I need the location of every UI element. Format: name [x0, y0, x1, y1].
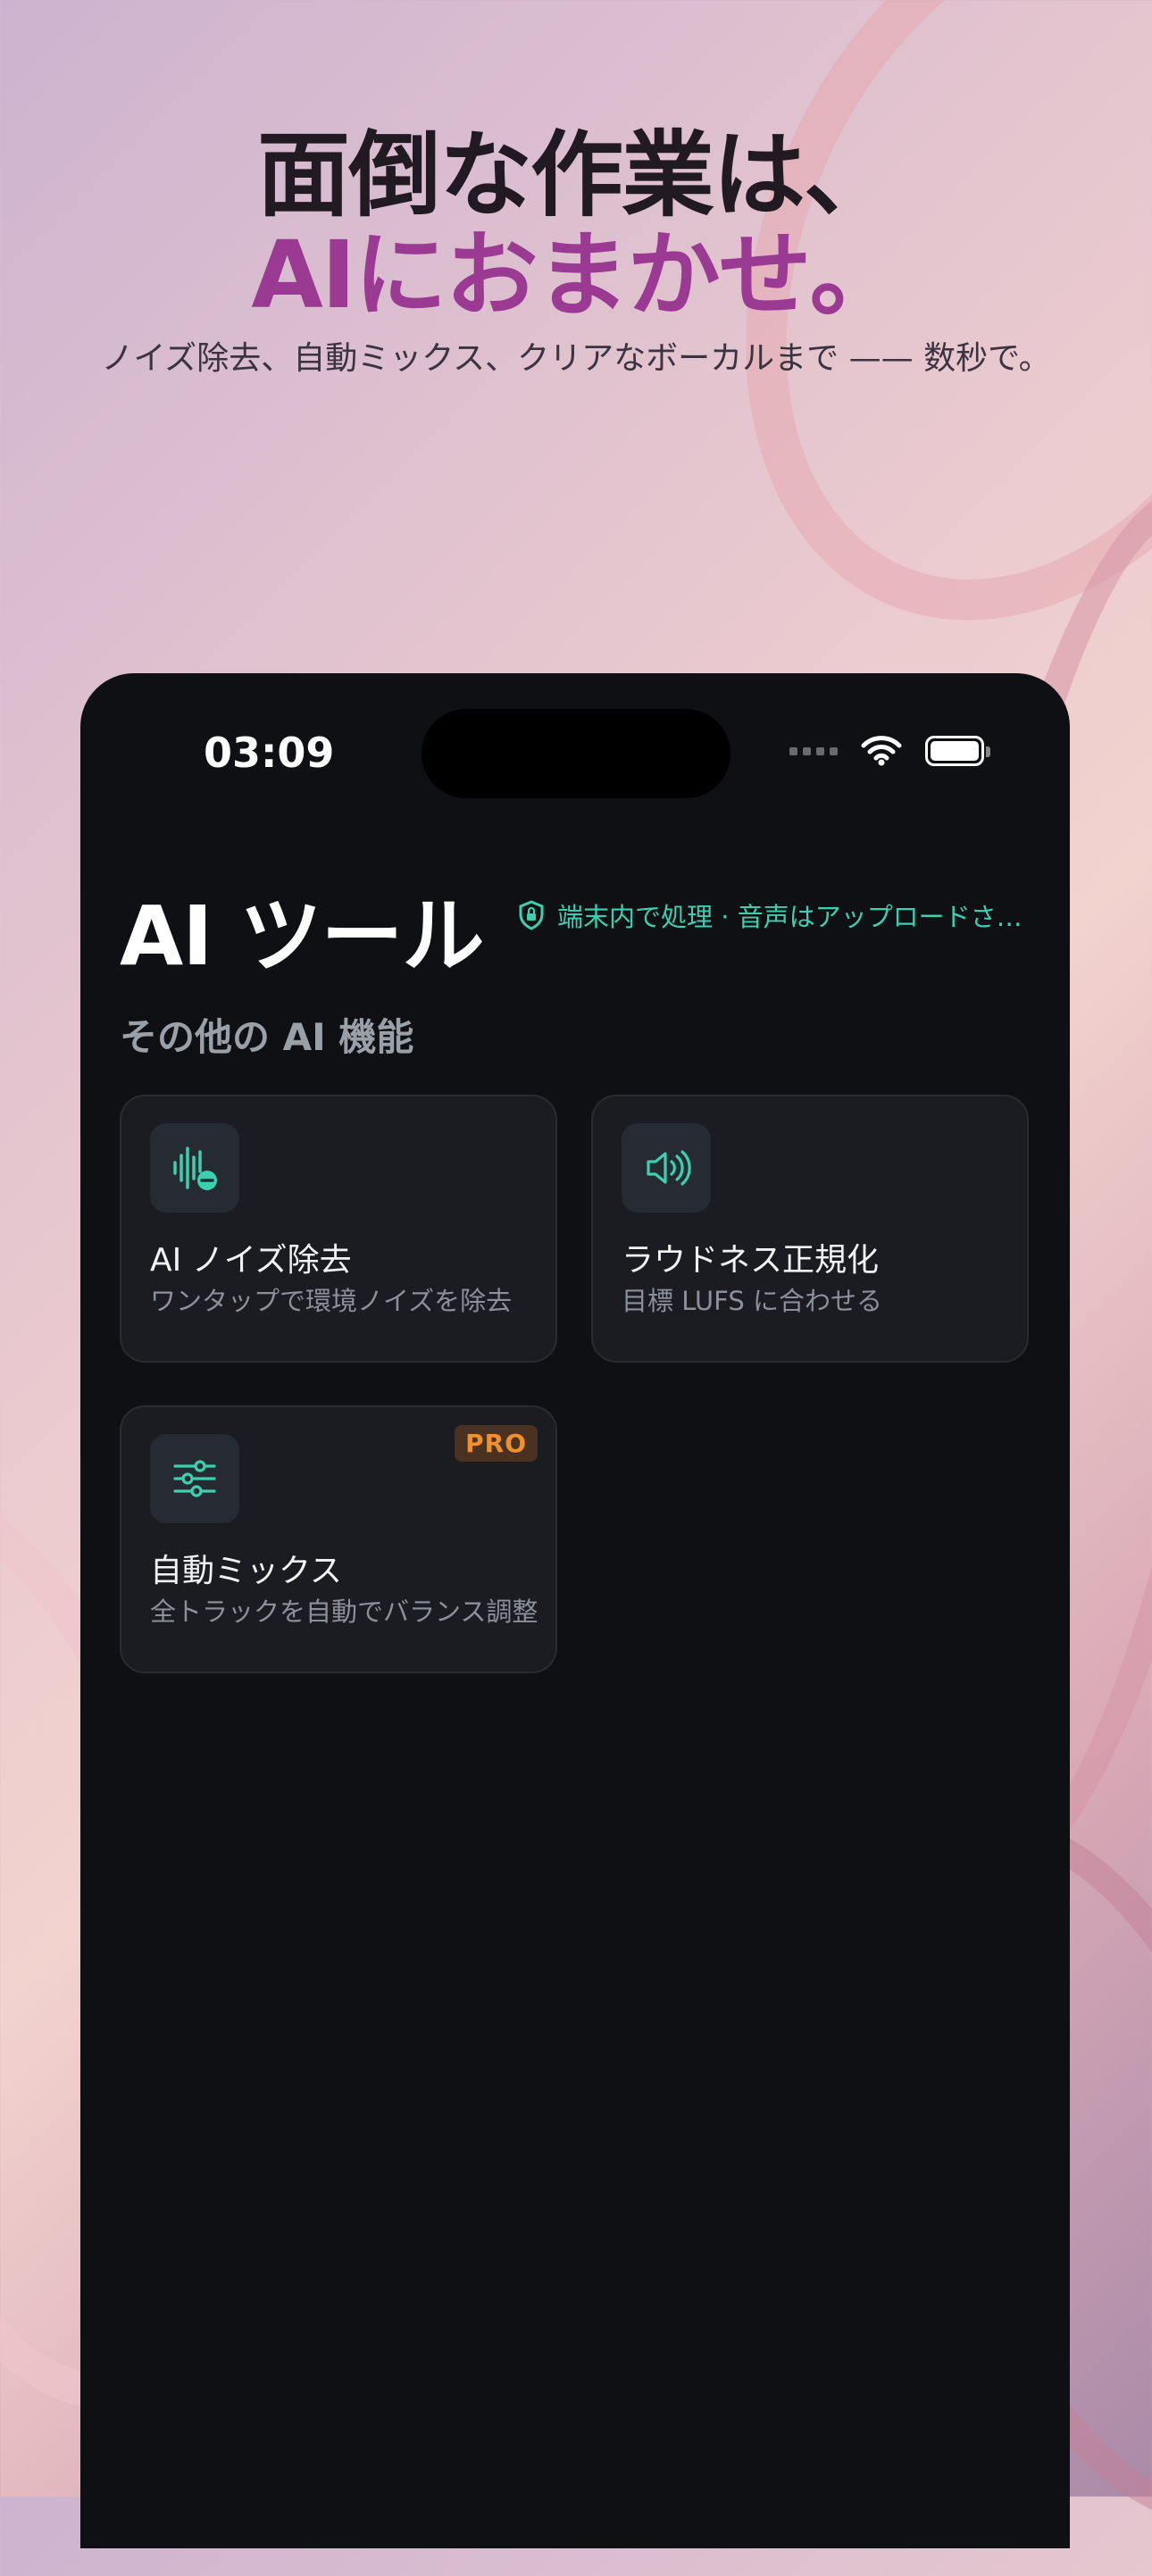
privacy-note: 端末内で処理 · 音声はアップロードさ… — [518, 896, 1023, 934]
page-title: AI ツール — [120, 888, 484, 984]
battery-icon — [925, 736, 990, 766]
feature-description: 目標 LUFS に合わせる — [622, 1286, 882, 1316]
feature-title: ラウドネス正規化 — [622, 1242, 880, 1279]
headline-line-2: AIにおまかせ。 — [251, 221, 902, 329]
dynamic-island — [422, 709, 730, 798]
status-icons — [789, 736, 990, 766]
feature-card-noise-removal[interactable]: AI ノイズ除去 ワンタップで環境ノイズを除去 — [120, 1095, 557, 1363]
privacy-note-text: 端末内で処理 · 音声はアップロードさ… — [557, 902, 1023, 932]
feature-card-auto-mix[interactable]: PRO 自動ミックス 全トラックを自動でバランス調整 — [120, 1405, 557, 1673]
feature-description: ワンタップで環境ノイズを除去 — [150, 1286, 513, 1316]
feature-card-loudness-normalization[interactable]: ラウドネス正規化 目標 LUFS に合わせる — [591, 1095, 1029, 1363]
feature-title: 自動ミックス — [150, 1553, 342, 1589]
pro-badge: PRO — [455, 1425, 538, 1462]
hero-headline: 面倒な作業は、 AIにおまかせ。 — [0, 125, 1152, 325]
waveform-minus-icon — [150, 1123, 239, 1213]
shield-lock-icon — [519, 900, 544, 930]
status-time: 03:09 — [204, 729, 335, 777]
hero-subtitle: ノイズ除去、自動ミックス、クリアなボーカルまで —— 数秒で。 — [101, 340, 1051, 377]
speaker-icon — [622, 1123, 711, 1213]
feature-description: 全トラックを自動でバランス調整 — [150, 1596, 538, 1627]
wifi-icon — [861, 736, 902, 766]
headline-line-1: 面倒な作業は、 — [256, 121, 897, 229]
section-title: その他の AI 機能 — [120, 1015, 414, 1059]
cellular-signal-icon — [789, 746, 838, 755]
feature-title: AI ノイズ除去 — [150, 1242, 352, 1279]
sliders-icon — [150, 1434, 239, 1523]
phone-screen: 03:09 AI ツール 端末内で処理 · 音声はアップロードさ… その他の A… — [80, 673, 1070, 2548]
